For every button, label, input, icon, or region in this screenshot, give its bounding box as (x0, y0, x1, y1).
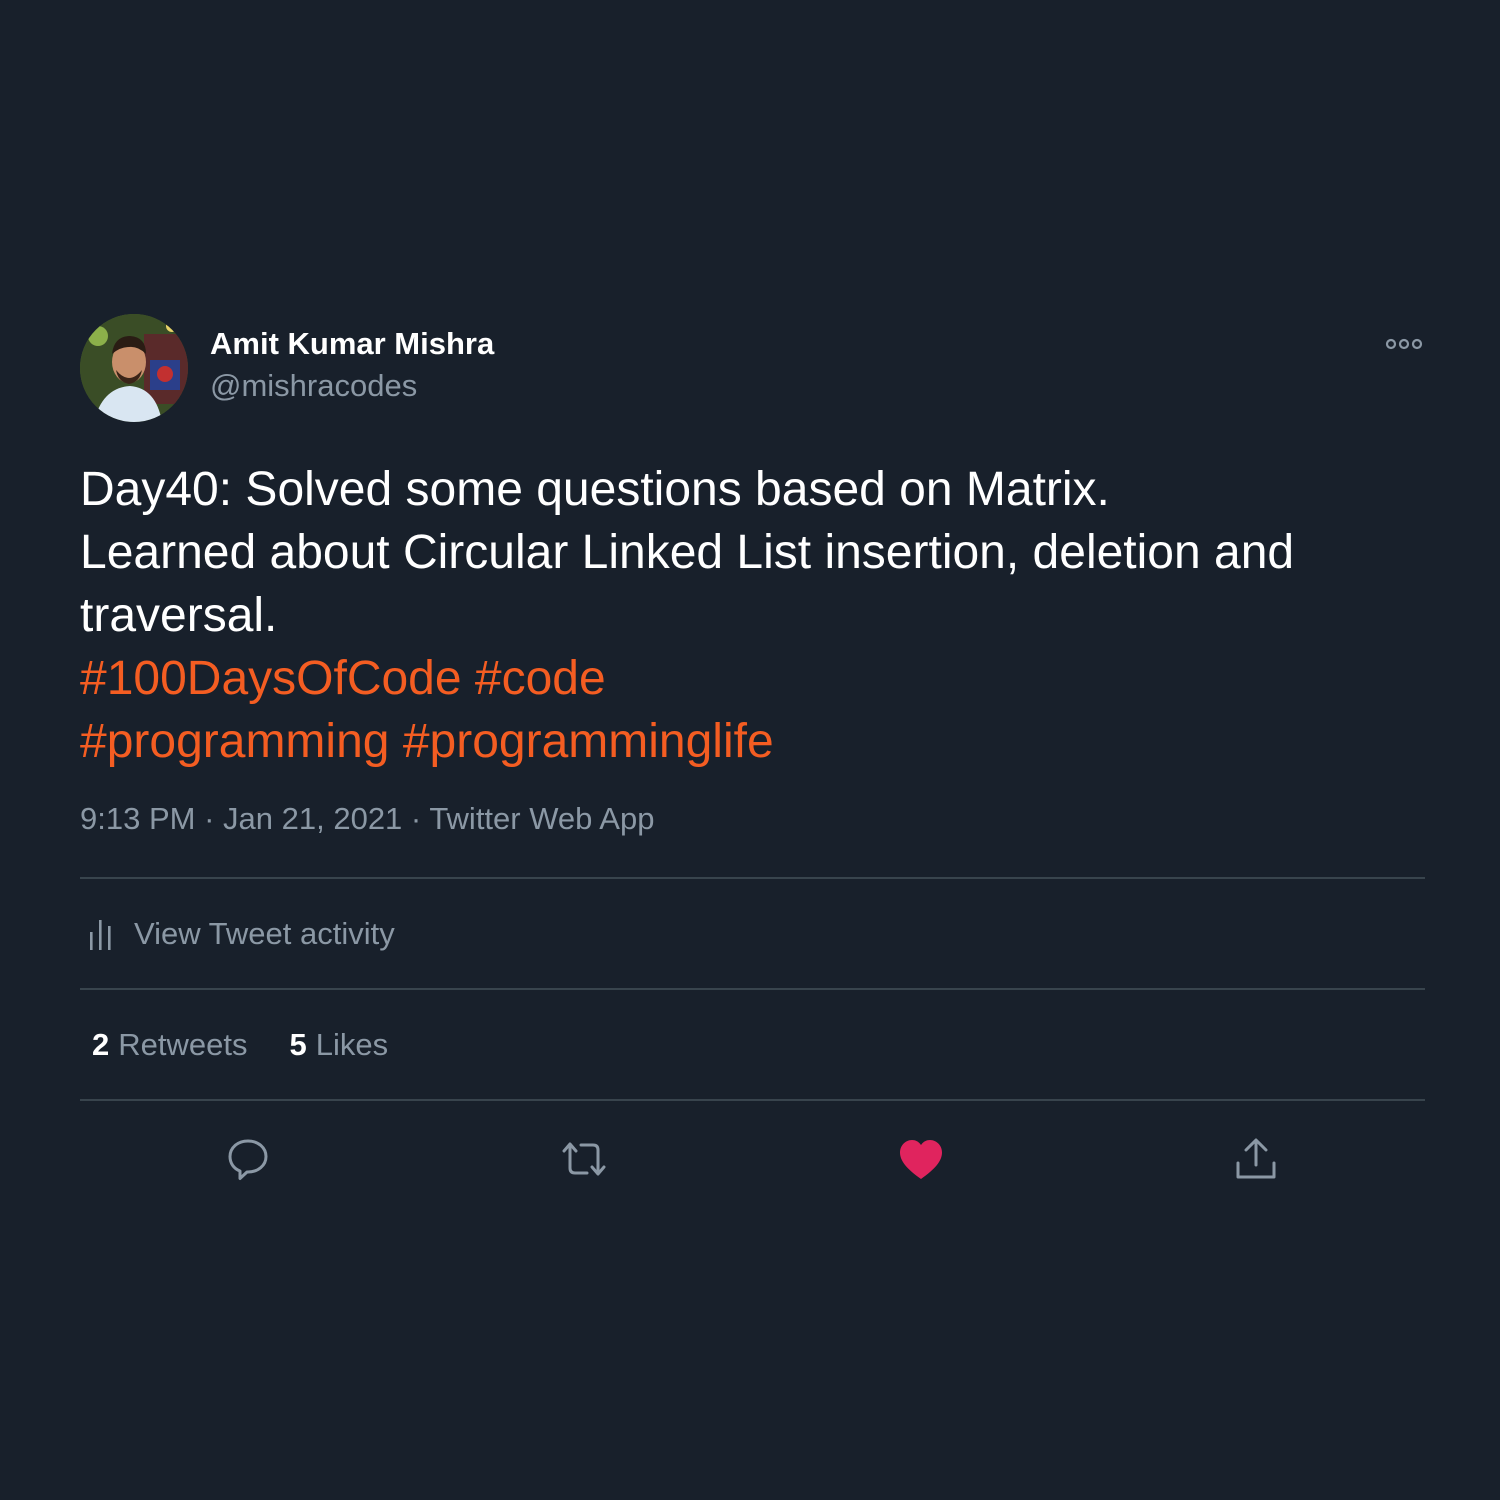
tweet-header: Amit Kumar Mishra @mishracodes (80, 314, 1425, 422)
page: Amit Kumar Mishra @mishracodes Day40: So… (0, 0, 1500, 1500)
reply-button[interactable] (224, 1135, 272, 1183)
view-tweet-activity-label: View Tweet activity (134, 915, 395, 951)
like-button[interactable] (897, 1135, 945, 1183)
tweet-time[interactable]: 9:13 PM (80, 801, 195, 836)
display-name[interactable]: Amit Kumar Mishra (210, 326, 494, 362)
hashtag-link[interactable]: #programminglife (403, 715, 774, 768)
retweets-count: 2 (92, 1026, 110, 1062)
reply-icon (228, 1139, 268, 1180)
tweet-actions (80, 1101, 1425, 1211)
tweet-text: Day40: Solved some questions based on Ma… (80, 458, 1425, 773)
hashtag-link[interactable]: #programming (80, 715, 389, 768)
tweet-stats: 2 Retweets 5 Likes (80, 990, 1425, 1099)
retweets-stat[interactable]: 2 Retweets (92, 1027, 247, 1063)
tweet-card: Amit Kumar Mishra @mishracodes Day40: So… (80, 314, 1425, 1211)
more-options-button[interactable] (1385, 332, 1425, 356)
tweet-text-line: traversal. (80, 589, 278, 642)
retweet-button[interactable] (558, 1135, 606, 1183)
share-button[interactable] (1232, 1135, 1280, 1183)
meta-separator: · (410, 801, 422, 836)
avatar[interactable] (80, 314, 188, 422)
hashtag-line: #100DaysOfCode #code (80, 647, 1425, 710)
hashtag-link[interactable]: #code (475, 652, 606, 705)
hashtag-link[interactable]: #100DaysOfCode (80, 652, 462, 705)
more-icon (1385, 338, 1423, 350)
tweet-meta: 9:13 PM · Jan 21, 2021 · Twitter Web App (80, 799, 1425, 839)
hashtag-line: #programming #programminglife (80, 710, 1425, 773)
like-icon (900, 1140, 942, 1179)
share-icon (1236, 1138, 1276, 1179)
tweet-text-line: Day40: Solved some questions based on Ma… (80, 463, 1110, 516)
likes-label: Likes (315, 1026, 389, 1062)
author-names: Amit Kumar Mishra @mishracodes (210, 326, 494, 404)
likes-stat[interactable]: 5 Likes (289, 1027, 388, 1063)
bar-chart-icon (90, 919, 111, 950)
view-tweet-activity-button[interactable]: View Tweet activity (80, 879, 1425, 988)
retweet-icon (562, 1142, 606, 1176)
user-handle[interactable]: @mishracodes (210, 368, 494, 404)
meta-separator: · (204, 801, 215, 836)
tweet-source[interactable]: Twitter Web App (429, 801, 654, 836)
likes-count: 5 (289, 1026, 307, 1062)
retweets-label: Retweets (118, 1026, 248, 1062)
tweet-text-line: Learned about Circular Linked List inser… (80, 526, 1295, 579)
tweet-date[interactable]: Jan 21, 2021 (223, 801, 402, 836)
